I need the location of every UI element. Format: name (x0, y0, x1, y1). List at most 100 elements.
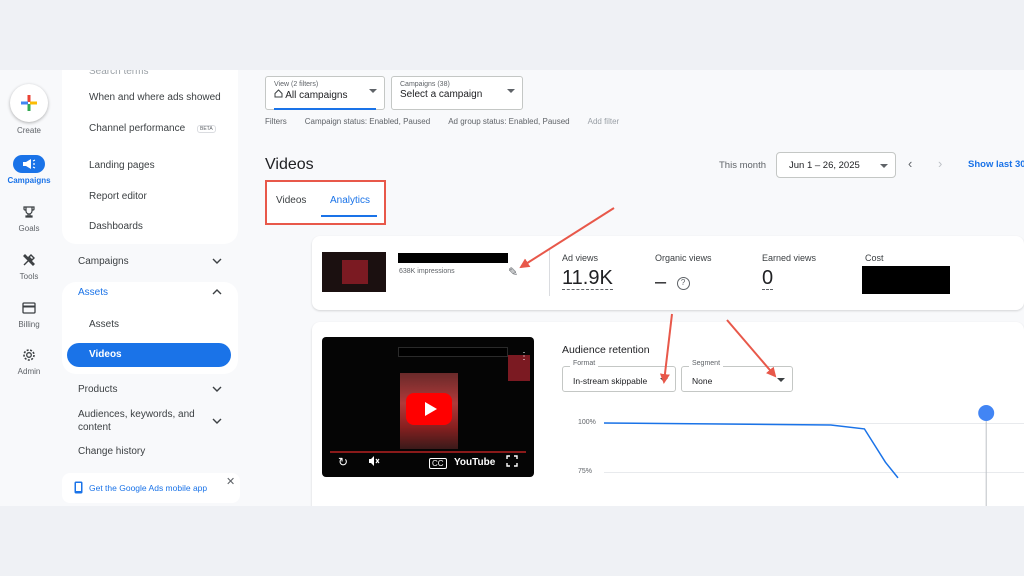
caret-down-icon (777, 378, 785, 382)
sidebar-item-when-where[interactable]: When and where ads showed (89, 91, 229, 104)
rail-item-tools[interactable]: Tools (0, 251, 58, 281)
ad-group-status-chip[interactable]: Ad group status: Enabled, Paused (448, 117, 569, 126)
nav-label: Change history (78, 446, 146, 457)
sidebar-item-products[interactable]: Products (78, 384, 222, 395)
sidebar-item-report-editor[interactable]: Report editor (89, 190, 229, 203)
rail-label: Admin (17, 367, 41, 376)
sidebar-item-change-history[interactable]: Change history (78, 446, 222, 457)
video-player[interactable]: ⋮ ↻ CC YouTube (322, 337, 534, 477)
gridline (604, 472, 1024, 473)
campaign-status-chip[interactable]: Campaign status: Enabled, Paused (305, 117, 430, 126)
tab-videos[interactable]: Videos (276, 195, 306, 206)
metric-value: – (655, 271, 667, 293)
segment-label: Segment (689, 360, 724, 367)
redacted-cost-value (862, 266, 950, 294)
dropdown-caption: View (2 filters) (274, 81, 319, 88)
dropdown-value: All campaigns (274, 89, 376, 101)
youtube-logo[interactable]: YouTube (454, 457, 495, 468)
sidebar-item-channel-performance[interactable]: Channel performance (89, 122, 189, 135)
rail-label: Goals (18, 224, 40, 233)
sidebar-item-campaigns[interactable]: Campaigns (78, 256, 222, 267)
nav-label: Audiences, keywords, and content (78, 409, 195, 433)
view-value: All campaigns (285, 90, 348, 101)
replay-icon[interactable]: ↻ (338, 455, 348, 469)
sidebar-item-assets-child[interactable]: Assets (89, 318, 229, 331)
filters-label: Filters (265, 117, 287, 126)
gridline (604, 423, 1024, 424)
nav-label: Assets (78, 287, 109, 298)
rail-item-admin[interactable]: Admin (0, 346, 58, 376)
video-thumbnail[interactable] (322, 252, 386, 292)
sidebar-item-dashboards[interactable]: Dashboards (89, 220, 229, 233)
retention-line (603, 422, 899, 479)
gear-icon (13, 346, 45, 364)
redacted-video-title (398, 253, 508, 263)
active-underline (274, 108, 376, 110)
metric-value: 11.9K (562, 267, 613, 290)
create-button[interactable] (10, 84, 48, 122)
caret-down-icon (660, 378, 668, 382)
segment-value: None (692, 376, 713, 386)
metric-label: Earned views (762, 253, 817, 263)
more-vert-icon[interactable]: ⋮ (519, 351, 529, 362)
metric-label: Organic views (655, 253, 712, 263)
plus-icon (21, 95, 37, 111)
segment-select[interactable]: None (681, 366, 793, 392)
sidebar-item-videos[interactable]: Videos (67, 343, 231, 367)
edit-pencil-icon[interactable]: ✎ (508, 265, 518, 279)
y-tick-label: 75% (578, 468, 593, 475)
phone-icon (74, 481, 83, 496)
divider (549, 250, 550, 296)
format-value: In-stream skippable (573, 376, 648, 386)
credit-card-icon (13, 299, 45, 317)
megaphone-icon (13, 155, 45, 173)
mobile-app-promo[interactable]: Get the Google Ads mobile app ✕ (62, 473, 240, 503)
date-range-value: Jun 1 – 26, 2025 (789, 160, 860, 171)
fullscreen-icon[interactable] (506, 455, 518, 470)
view-filter-dropdown[interactable]: View (2 filters) All campaigns (265, 76, 385, 110)
chevron-right-icon[interactable]: › (938, 156, 942, 171)
create-label: Create (16, 126, 41, 135)
captions-icon[interactable]: CC (429, 458, 447, 469)
audience-retention-title: Audience retention (562, 344, 650, 356)
rail-label: Tools (19, 272, 39, 281)
scrubber-handle[interactable] (978, 405, 995, 421)
rail-item-campaigns[interactable]: Campaigns (0, 155, 58, 185)
metric-label: Ad views (562, 253, 599, 263)
close-icon[interactable]: ✕ (226, 475, 235, 488)
date-range-dropdown[interactable]: Jun 1 – 26, 2025 (776, 152, 896, 178)
left-rail: Create Campaigns Goals Tools Billing Adm… (0, 70, 58, 506)
dropdown-caption: Campaigns (38) (400, 81, 450, 88)
dropdown-value: Select a campaign (400, 89, 483, 100)
mobile-app-link[interactable]: Get the Google Ads mobile app (89, 483, 207, 493)
metric-earned-views: Earned views 0 (762, 253, 816, 290)
beta-badge: BETA (197, 125, 216, 133)
page-title: Videos (265, 156, 314, 173)
trophy-icon (13, 203, 45, 221)
chevron-down-icon (212, 256, 222, 267)
play-icon[interactable] (406, 393, 452, 425)
rail-item-goals[interactable]: Goals (0, 203, 58, 233)
caret-down-icon (369, 89, 377, 93)
sidebar-item-landing-pages[interactable]: Landing pages (89, 159, 229, 172)
impressions-count: 638K impressions (399, 268, 455, 275)
sidebar-item-audiences[interactable]: Audiences, keywords, and content (78, 408, 222, 434)
mute-icon[interactable] (368, 455, 380, 470)
show-last-30-days-button[interactable]: Show last 30 days (968, 159, 1024, 170)
video-summary-card: 638K impressions ✎ Ad views 11.9K Organi… (312, 236, 1024, 310)
help-icon[interactable]: ? (676, 277, 690, 291)
format-label: Format (570, 360, 599, 367)
rail-item-billing[interactable]: Billing (0, 299, 58, 329)
metric-cost: Cost (865, 253, 884, 263)
analytics-card: ⋮ ↻ CC YouTube Audience retention In-str… (312, 322, 1024, 506)
campaign-select-dropdown[interactable]: Campaigns (38) Select a campaign (391, 76, 523, 110)
tab-analytics[interactable]: Analytics (330, 195, 370, 206)
format-select[interactable]: In-stream skippable (562, 366, 676, 392)
metric-label: Cost (865, 253, 884, 263)
sidebar-item-search-terms[interactable]: Search terms (89, 70, 229, 78)
chevron-left-icon[interactable]: ‹ (908, 156, 912, 171)
player-progress-bar[interactable] (330, 451, 526, 453)
add-filter-button[interactable]: Add filter (588, 117, 620, 126)
redacted-player-title (398, 347, 508, 357)
sidebar-item-assets[interactable]: Assets (78, 287, 222, 298)
